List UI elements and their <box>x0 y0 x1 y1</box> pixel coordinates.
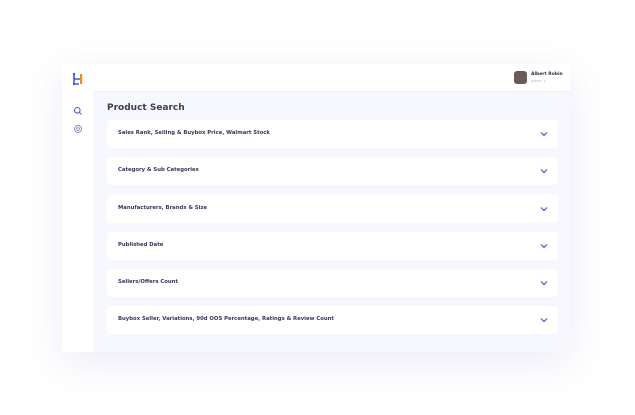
section-label: Buybox Seller, Variations, 90d OOS Perce… <box>118 316 334 322</box>
accordion-section[interactable]: Manufacturers, Brands & Size <box>107 195 558 223</box>
section-label: Published Date <box>118 242 164 248</box>
page-title: Product Search <box>107 103 185 113</box>
accordion-section[interactable]: Buybox Seller, Variations, 90d OOS Perce… <box>107 306 558 334</box>
user-role-dropdown[interactable]: Admin ∨ <box>531 79 546 83</box>
chevron-down-icon[interactable] <box>539 166 549 176</box>
accordion-section[interactable]: Sellers/Offers Count <box>107 269 558 297</box>
chevron-down-icon[interactable] <box>539 315 549 325</box>
section-label: Category & Sub Categories <box>118 167 199 173</box>
sidebar <box>62 64 94 352</box>
user-name[interactable]: Albert Robin <box>531 72 563 77</box>
search-icon[interactable] <box>73 106 83 116</box>
accordion-section[interactable]: Sales Rank, Selling & Buybox Price, Walm… <box>107 120 558 148</box>
accordion-section[interactable]: Category & Sub Categories <box>107 157 558 185</box>
accordion-section[interactable]: Published Date <box>107 232 558 260</box>
chevron-down-icon[interactable] <box>539 241 549 251</box>
top-header: Albert Robin Admin ∨ <box>94 64 570 92</box>
chevron-down-icon[interactable] <box>539 278 549 288</box>
section-label: Sales Rank, Selling & Buybox Price, Walm… <box>118 130 270 136</box>
chevron-down-icon[interactable] <box>539 129 549 139</box>
avatar[interactable] <box>514 71 527 84</box>
settings-icon[interactable] <box>73 124 83 134</box>
section-label: Manufacturers, Brands & Size <box>118 205 208 211</box>
chevron-down-icon[interactable] <box>539 204 549 214</box>
section-label: Sellers/Offers Count <box>118 279 178 285</box>
main-content: Product Search Sales Rank, Selling & Buy… <box>94 92 570 352</box>
logo-icon[interactable] <box>70 71 86 87</box>
